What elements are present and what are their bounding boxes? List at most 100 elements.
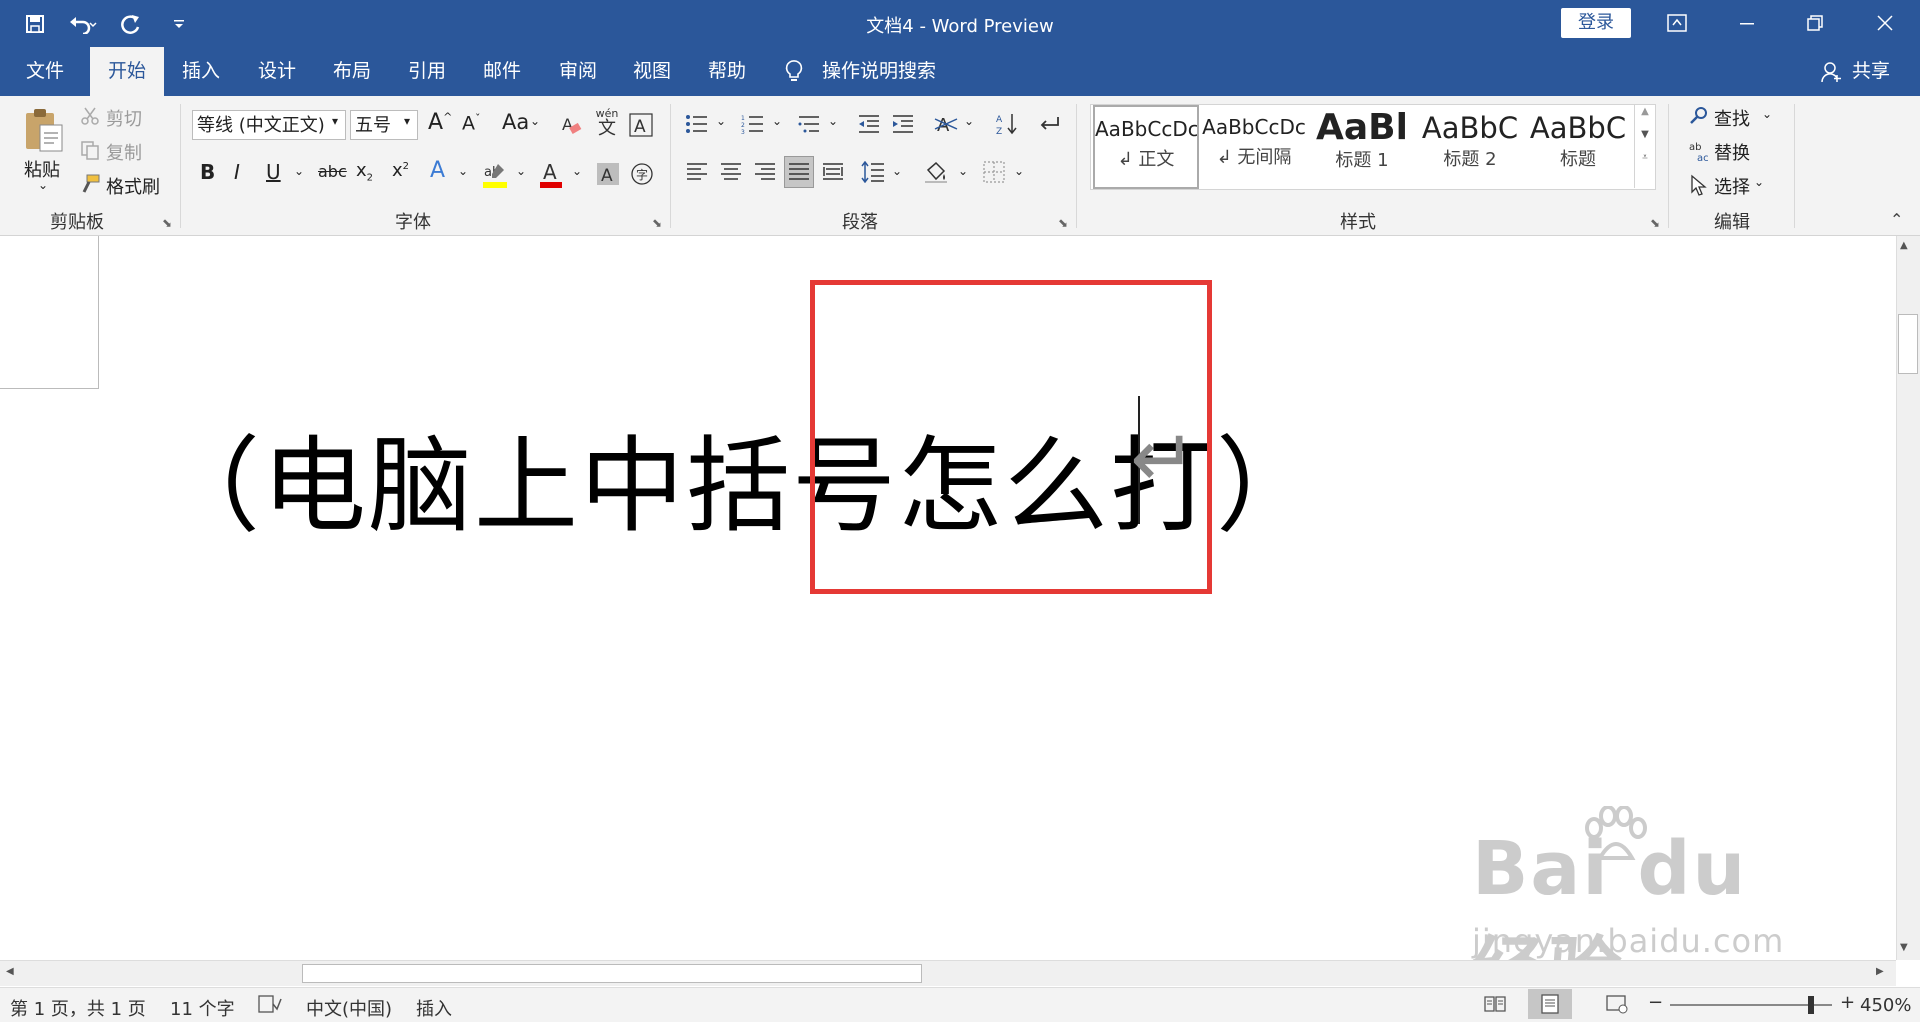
page-count[interactable]: 第 1 页，共 1 页: [10, 995, 146, 1021]
tell-me-search[interactable]: 操作说明搜索: [822, 47, 942, 96]
style-normal[interactable]: AaBbCcDc ↲ 正文: [1093, 105, 1199, 189]
tab-help[interactable]: 帮助: [690, 47, 764, 96]
zoom-in-icon[interactable]: +: [1840, 992, 1855, 1013]
zoom-level[interactable]: 450%: [1860, 995, 1911, 1016]
find-button[interactable]: 查找: [1714, 105, 1750, 131]
scroll-right-icon[interactable]: ▶: [1876, 966, 1884, 977]
change-case-dropdown-icon[interactable]: ⌄: [530, 114, 540, 128]
paragraph-launcher-icon[interactable]: ⬊: [1058, 216, 1068, 230]
font-family-dropdown-icon[interactable]: ▾: [332, 114, 338, 128]
select-cursor-icon[interactable]: [1688, 172, 1710, 198]
font-color-dropdown-icon[interactable]: ⌄: [572, 164, 582, 178]
underline-dropdown-icon[interactable]: ⌄: [294, 164, 304, 178]
chinese-layout-icon[interactable]: A: [932, 110, 960, 138]
clipboard-launcher-icon[interactable]: ⬊: [162, 216, 172, 230]
subscript-icon[interactable]: x2: [356, 160, 373, 184]
copy-icon[interactable]: [78, 138, 102, 162]
tab-insert[interactable]: 插入: [164, 47, 238, 96]
cut-button[interactable]: 剪切: [106, 105, 142, 131]
style-no-spacing[interactable]: AaBbCcDc ↲ 无间隔: [1201, 105, 1307, 189]
borders-icon[interactable]: [980, 158, 1008, 186]
horizontal-scrollbar[interactable]: ◀ ▶: [0, 960, 1896, 986]
numbering-icon[interactable]: 123: [740, 110, 766, 138]
zoom-slider-thumb[interactable]: [1808, 996, 1814, 1014]
align-left-icon[interactable]: [684, 158, 710, 186]
font-color-icon[interactable]: A: [536, 158, 566, 192]
vertical-scrollbar[interactable]: ▲ ▼: [1896, 236, 1920, 960]
tab-mailings[interactable]: 邮件: [465, 47, 539, 96]
select-dropdown-icon[interactable]: ⌄: [1754, 175, 1764, 189]
text-effects-icon[interactable]: A: [430, 158, 445, 183]
increase-indent-icon[interactable]: [890, 110, 916, 138]
copy-button[interactable]: 复制: [106, 139, 142, 165]
print-layout-icon[interactable]: [1528, 989, 1572, 1019]
tab-design[interactable]: 设计: [240, 47, 314, 96]
superscript-icon[interactable]: x2: [392, 160, 409, 181]
tab-file[interactable]: 文件: [8, 47, 82, 96]
borders-dropdown-icon[interactable]: ⌄: [1014, 164, 1024, 178]
change-case-button[interactable]: Aa: [502, 110, 529, 134]
word-count[interactable]: 11 个字: [170, 995, 235, 1021]
style-title[interactable]: AaBbC 标题: [1525, 105, 1631, 189]
proofing-icon[interactable]: [258, 994, 282, 1019]
language-indicator[interactable]: 中文(中国): [306, 995, 392, 1021]
tab-view[interactable]: 视图: [615, 47, 689, 96]
strikethrough-icon[interactable]: abc: [318, 162, 347, 181]
restore-icon[interactable]: [1792, 8, 1838, 38]
login-button[interactable]: 登录: [1561, 8, 1631, 38]
decrease-indent-icon[interactable]: [856, 110, 882, 138]
scissors-icon[interactable]: [78, 104, 102, 128]
find-dropdown-icon[interactable]: ⌄: [1762, 107, 1772, 121]
justify-icon[interactable]: [784, 156, 814, 188]
sort-icon[interactable]: AZ: [994, 110, 1020, 138]
character-border-icon[interactable]: A: [628, 110, 654, 140]
numbering-dropdown-icon[interactable]: ⌄: [772, 114, 782, 128]
replace-button[interactable]: 替换: [1714, 139, 1750, 165]
multilevel-dropdown-icon[interactable]: ⌄: [828, 114, 838, 128]
share-person-icon[interactable]: [1820, 61, 1842, 87]
phonetic-guide-icon[interactable]: wén 文: [594, 108, 620, 139]
gallery-up-icon[interactable]: ▲: [1635, 106, 1655, 117]
align-center-icon[interactable]: [718, 158, 744, 186]
font-family-select[interactable]: 等线 (中文正文): [192, 110, 346, 140]
horizontal-scroll-thumb[interactable]: [302, 964, 922, 983]
text-highlight-color-icon[interactable]: ab: [480, 158, 510, 192]
align-right-icon[interactable]: [752, 158, 778, 186]
bullets-icon[interactable]: [684, 110, 710, 138]
line-spacing-dropdown-icon[interactable]: ⌄: [892, 164, 902, 178]
font-launcher-icon[interactable]: ⬊: [652, 216, 662, 230]
shading-dropdown-icon[interactable]: ⌄: [958, 164, 968, 178]
scroll-down-icon[interactable]: ▼: [1900, 942, 1908, 953]
paste-icon[interactable]: [20, 104, 68, 154]
collapse-ribbon-icon[interactable]: ⌃: [1890, 210, 1903, 229]
shrink-font-icon[interactable]: Aˇ: [462, 112, 481, 134]
underline-icon[interactable]: U: [266, 160, 281, 184]
distributed-icon[interactable]: [820, 158, 846, 186]
show-formatting-marks-icon[interactable]: [1036, 110, 1062, 138]
find-icon[interactable]: [1688, 104, 1710, 128]
format-painter-icon[interactable]: [78, 172, 102, 196]
paste-dropdown-icon[interactable]: ⌄: [38, 178, 48, 192]
line-spacing-icon[interactable]: [860, 158, 886, 186]
select-button[interactable]: 选择: [1714, 173, 1750, 199]
read-mode-icon[interactable]: [1484, 994, 1506, 1019]
shading-icon[interactable]: [922, 158, 950, 186]
replace-icon[interactable]: ab ac: [1688, 138, 1712, 164]
web-layout-icon[interactable]: [1606, 994, 1628, 1019]
insert-mode[interactable]: 插入: [416, 995, 452, 1021]
styles-launcher-icon[interactable]: ⬊: [1650, 216, 1660, 230]
document-canvas[interactable]: （电脑上中括号怎么打） ↵ Bai du 经验 jingyan.baidu.co…: [0, 236, 1896, 960]
scroll-left-icon[interactable]: ◀: [6, 966, 14, 977]
gallery-more-icon[interactable]: ⩡: [1635, 152, 1655, 163]
ribbon-display-options-icon[interactable]: [1654, 8, 1700, 38]
bullets-dropdown-icon[interactable]: ⌄: [716, 114, 726, 128]
scroll-up-icon[interactable]: ▲: [1900, 240, 1908, 251]
close-icon[interactable]: [1862, 8, 1908, 38]
tab-home[interactable]: 开始: [90, 47, 164, 96]
style-heading-1[interactable]: AaBl 标题 1: [1309, 105, 1415, 189]
enclose-characters-icon[interactable]: 字: [628, 158, 656, 190]
tab-review[interactable]: 审阅: [541, 47, 615, 96]
font-size-dropdown-icon[interactable]: ▾: [404, 114, 410, 128]
character-shading-icon[interactable]: A: [594, 158, 622, 190]
italic-icon[interactable]: I: [234, 160, 240, 184]
